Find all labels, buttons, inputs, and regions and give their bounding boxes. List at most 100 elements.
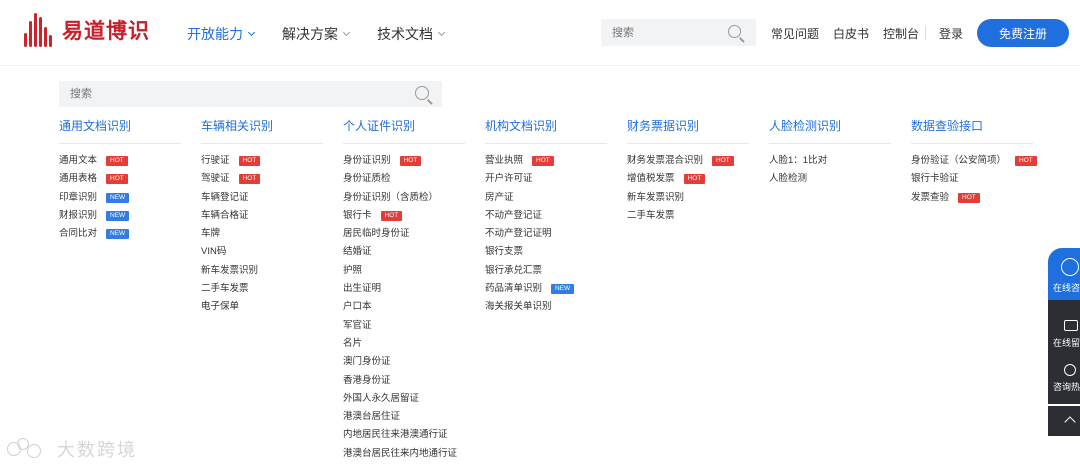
capability-item[interactable]: 通用文本 HOT — [59, 152, 201, 170]
new-badge: NEW — [106, 192, 130, 203]
capability-item[interactable]: 身份验证（公安简项） HOT — [911, 152, 1053, 170]
capability-item[interactable]: 军官证 — [343, 317, 485, 335]
online-consult-button[interactable]: 在线咨 — [1048, 248, 1080, 300]
capability-item[interactable]: 银行承兑汇票 — [485, 262, 627, 280]
column-divider — [343, 143, 465, 144]
column-title[interactable]: 个人证件识别 — [343, 117, 485, 137]
capability-item[interactable]: 银行卡验证 — [911, 170, 1053, 188]
capability-item-label: 营业执照 — [485, 155, 524, 166]
capability-item-label: 通用文本 — [59, 155, 98, 166]
column-divider — [769, 143, 891, 144]
capability-item[interactable]: 新车发票识别 — [201, 262, 343, 280]
whitepaper-link[interactable]: 白皮书 — [833, 25, 869, 42]
top-header: 易道博识 开放能力 解决方案 技术文档 常见问题 白皮书 控制台 登录 免费注册 — [0, 0, 1080, 66]
capability-item[interactable]: 居民临时身份证 — [343, 225, 485, 243]
capability-item-label: 新车发票识别 — [627, 191, 685, 203]
capability-item-label: 车辆合格证 — [201, 209, 249, 221]
column-title[interactable]: 数据查验接口 — [911, 117, 1053, 137]
capability-item-label: 港澳台居住证 — [343, 411, 401, 423]
back-to-top-button[interactable] — [1048, 406, 1080, 436]
chat-icon — [1061, 258, 1079, 276]
capability-item-label: 港澳台居民往来内地通行证 — [343, 447, 458, 459]
faq-link[interactable]: 常见问题 — [771, 25, 819, 42]
capability-item[interactable]: 通用表格 HOT — [59, 170, 201, 188]
message-icon — [1064, 320, 1078, 331]
capability-item[interactable]: 财报识别 NEW — [59, 207, 201, 225]
nav-tech-docs[interactable]: 技术文档 — [377, 24, 446, 44]
column-divider — [59, 143, 181, 144]
capability-item[interactable]: 驾驶证 HOT — [201, 170, 343, 188]
column-title[interactable]: 车辆相关识别 — [201, 117, 343, 137]
hot-badge: HOT — [238, 174, 261, 185]
capability-item[interactable]: 药品清单识别 NEW — [485, 280, 627, 298]
logo[interactable]: 易道博识 — [24, 13, 150, 47]
capability-item[interactable]: 名片 — [343, 335, 485, 353]
capability-item[interactable]: 出生证明 — [343, 280, 485, 298]
capability-item-label: 二手车发票 — [627, 209, 675, 221]
online-message-button[interactable]: 在线留 — [1048, 300, 1080, 350]
new-badge: NEW — [106, 211, 130, 222]
capability-item[interactable]: 海关报关单识别 — [485, 298, 627, 316]
floating-contact-bar: 在线咨 在线留 咨询热 — [1048, 248, 1080, 436]
nav-solutions[interactable]: 解决方案 — [282, 24, 351, 44]
capability-item[interactable]: 车辆合格证 — [201, 207, 343, 225]
chevron-down-icon — [247, 28, 256, 37]
capability-item[interactable]: 房产证 — [485, 189, 627, 207]
capability-item[interactable]: 内地居民往来港澳通行证 — [343, 426, 485, 444]
capability-item[interactable]: 新车发票识别 — [627, 189, 769, 207]
capability-item[interactable]: 发票查验 HOT — [911, 189, 1053, 207]
float-label: 在线咨 — [1053, 283, 1080, 293]
capability-item[interactable]: 电子保单 — [201, 298, 343, 316]
column-title[interactable]: 人脸检测识别 — [769, 117, 911, 137]
nav-open-capability[interactable]: 开放能力 — [187, 24, 256, 44]
float-label: 在线留 — [1053, 338, 1080, 348]
register-button[interactable]: 免费注册 — [977, 19, 1069, 47]
capability-item[interactable]: 行驶证 HOT — [201, 152, 343, 170]
panel-search-input[interactable] — [59, 81, 379, 107]
capability-item[interactable]: 澳门身份证 — [343, 353, 485, 371]
capability-item[interactable]: 外国人永久居留证 — [343, 390, 485, 408]
search-icon[interactable] — [415, 86, 429, 100]
capability-item[interactable]: 香港身份证 — [343, 372, 485, 390]
capability-item[interactable]: 开户许可证 — [485, 170, 627, 188]
column-title[interactable]: 财务票据识别 — [627, 117, 769, 137]
column-title[interactable]: 机构文档识别 — [485, 117, 627, 137]
capability-item-label: 房产证 — [485, 191, 514, 203]
capability-item[interactable]: 身份证识别（含质检） — [343, 189, 485, 207]
capability-item[interactable]: 户口本 — [343, 298, 485, 316]
capability-item[interactable]: 二手车发票 — [201, 280, 343, 298]
column-divider — [627, 143, 749, 144]
capability-item[interactable]: 合同比对 NEW — [59, 225, 201, 243]
capability-item[interactable]: 印章识别 NEW — [59, 189, 201, 207]
capability-item[interactable]: 港澳台居民往来内地通行证 — [343, 445, 485, 463]
login-link[interactable]: 登录 — [939, 25, 963, 42]
capability-item-label: 结婚证 — [343, 246, 372, 258]
hot-badge: HOT — [106, 156, 128, 167]
column-title[interactable]: 通用文档识别 — [59, 117, 201, 137]
capability-item[interactable]: 人脸检测 — [769, 170, 911, 188]
capability-item[interactable]: 车牌 — [201, 225, 343, 243]
capability-item[interactable]: VIN码 — [201, 243, 343, 261]
search-icon[interactable] — [728, 25, 741, 38]
hotline-button[interactable]: 咨询热 — [1048, 352, 1080, 404]
capability-item[interactable]: 增值税发票 HOT — [627, 170, 769, 188]
console-link[interactable]: 控制台 — [883, 25, 919, 42]
capability-item[interactable]: 人脸1：1比对 — [769, 152, 911, 170]
capability-column: 机构文档识别 营业执照 HOT 开户许可证房产证不动产登记证 不动产登记证明 银行支票 银行… — [485, 117, 627, 463]
capability-item[interactable]: 营业执照 HOT — [485, 152, 627, 170]
capability-item[interactable]: 银行卡 HOT — [343, 207, 485, 225]
capability-item[interactable]: 身份证质检 — [343, 170, 485, 188]
capability-item[interactable]: 身份证识别 HOT — [343, 152, 485, 170]
capability-item[interactable]: 不动产登记证 — [485, 207, 627, 225]
header-search-input[interactable] — [601, 19, 721, 46]
capability-item[interactable]: 护照 — [343, 262, 485, 280]
hot-badge: HOT — [712, 156, 734, 167]
capability-item[interactable]: 港澳台居住证 — [343, 408, 485, 426]
capability-item[interactable]: 财务发票混合识别 HOT — [627, 152, 769, 170]
capability-item[interactable]: 银行支票 — [485, 243, 627, 261]
capability-item[interactable]: 车辆登记证 — [201, 189, 343, 207]
capability-item[interactable]: 二手车发票 — [627, 207, 769, 225]
capability-item[interactable]: 不动产登记证明 — [485, 225, 627, 243]
header-divider — [925, 26, 926, 40]
capability-item[interactable]: 结婚证 — [343, 243, 485, 261]
